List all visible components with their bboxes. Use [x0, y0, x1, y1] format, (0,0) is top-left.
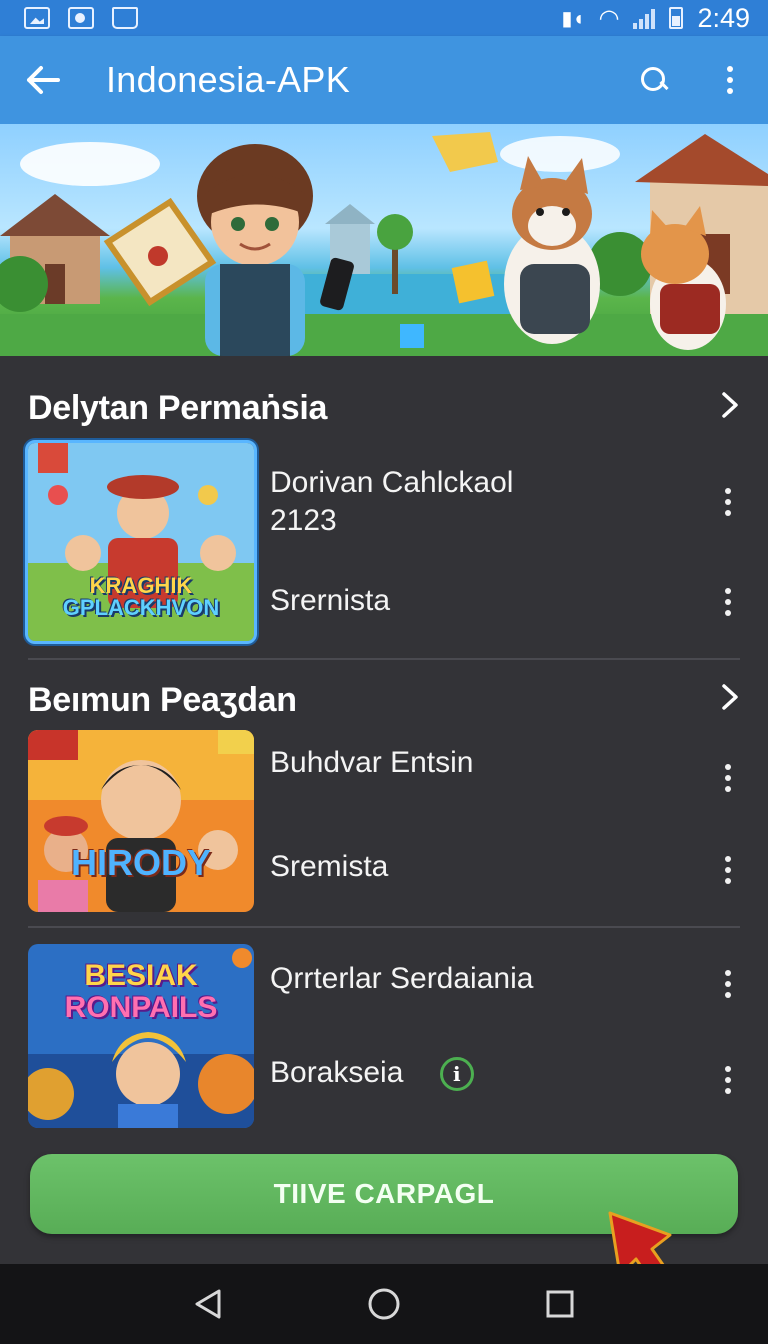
app-bar: Indonesia-APK [0, 36, 768, 124]
section-header-1[interactable]: Delytan Permaṅsia [28, 378, 740, 438]
nav-home-button[interactable] [354, 1274, 414, 1334]
item-title: Qrrterlar Serdaiania [270, 962, 534, 995]
hero-banner[interactable] [0, 124, 768, 356]
game-thumbnail[interactable]: BESIAK RONPAILS [28, 944, 254, 1128]
thumbnail-text: BESIAK [84, 959, 198, 992]
phone-screen: ▮◖ ◠ 2:49 Indonesia-APK Delytan Permaṅsi… [0, 0, 768, 1344]
item-subtitle: Srernista [270, 584, 391, 617]
item-subtitle: Sremista [270, 850, 389, 883]
status-time: 2:49 [697, 2, 750, 33]
list-item[interactable]: BESIAK RONPAILS Qrrterlar Serdaiania Bor… [28, 944, 740, 1130]
chevron-right-icon [720, 679, 740, 721]
thumbnail-text: KRAGHIK [89, 573, 193, 598]
game-art-icon [28, 730, 254, 912]
list-item[interactable]: HIRODY Buhdvar Entsin Sremista [28, 730, 740, 914]
item-menu-button[interactable] [716, 760, 740, 796]
item-menu-button[interactable] [716, 966, 740, 1002]
status-bar: ▮◖ ◠ 2:49 [0, 0, 768, 36]
image-notification-icon [24, 7, 50, 29]
thumbnail-text: HIRODY [70, 842, 211, 883]
item-subtitle: Borakseia i [270, 1056, 474, 1092]
system-nav-bar [0, 1264, 768, 1344]
signal-icon [633, 7, 656, 29]
item-menu-button[interactable] [716, 852, 740, 888]
nav-back-button[interactable] [178, 1274, 238, 1334]
recents-square-icon [546, 1290, 574, 1318]
item-title-line: 2123 [270, 504, 337, 537]
item-title-line: Dorivan Cahlckaol [270, 466, 514, 499]
app-title: Indonesia-APK [106, 59, 351, 100]
nav-recents-button[interactable] [530, 1274, 590, 1334]
more-vert-icon [727, 66, 733, 94]
section-title: Beımun Peaʒdan [28, 680, 297, 719]
thumbnail-text: RONPAILS [64, 991, 218, 1024]
banner-illustration [0, 132, 768, 356]
arrow-left-icon [27, 66, 60, 94]
photo-notification-icon [68, 7, 94, 29]
item-menu-button[interactable] [716, 1062, 740, 1098]
battery-icon [669, 7, 684, 29]
store-notification-icon [112, 7, 138, 29]
divider [28, 658, 740, 660]
back-triangle-icon [195, 1289, 221, 1319]
overflow-menu-button[interactable] [692, 36, 768, 124]
info-icon[interactable]: i [439, 1057, 474, 1092]
chevron-right-icon [720, 387, 740, 429]
item-menu-button[interactable] [716, 584, 740, 620]
list-item[interactable]: KRAGHIK GPLACKHVON Dorivan Cahlckaol 212… [25, 440, 740, 646]
item-title: Buhdvar Entsin [270, 746, 474, 779]
item-title: Dorivan Cahlckaol 2123 [270, 464, 513, 540]
thumbnail-text: GPLACKHVON [62, 595, 220, 620]
search-icon [641, 67, 667, 93]
game-thumbnail[interactable]: HIRODY [28, 730, 254, 912]
vibrate-icon: ▮◖ [561, 7, 585, 30]
home-circle-icon [368, 1288, 400, 1320]
section-header-2[interactable]: Beımun Peaʒdan [28, 670, 740, 730]
divider [28, 926, 740, 928]
item-subtitle-text: Borakseia [270, 1056, 404, 1089]
back-button[interactable] [0, 36, 86, 124]
item-menu-button[interactable] [716, 484, 740, 520]
section-title: Delytan Permaṅsia [28, 388, 328, 427]
game-thumbnail[interactable]: KRAGHIK GPLACKHVON [25, 440, 257, 644]
search-button[interactable] [616, 36, 692, 124]
wifi-icon: ◠ [598, 4, 620, 32]
